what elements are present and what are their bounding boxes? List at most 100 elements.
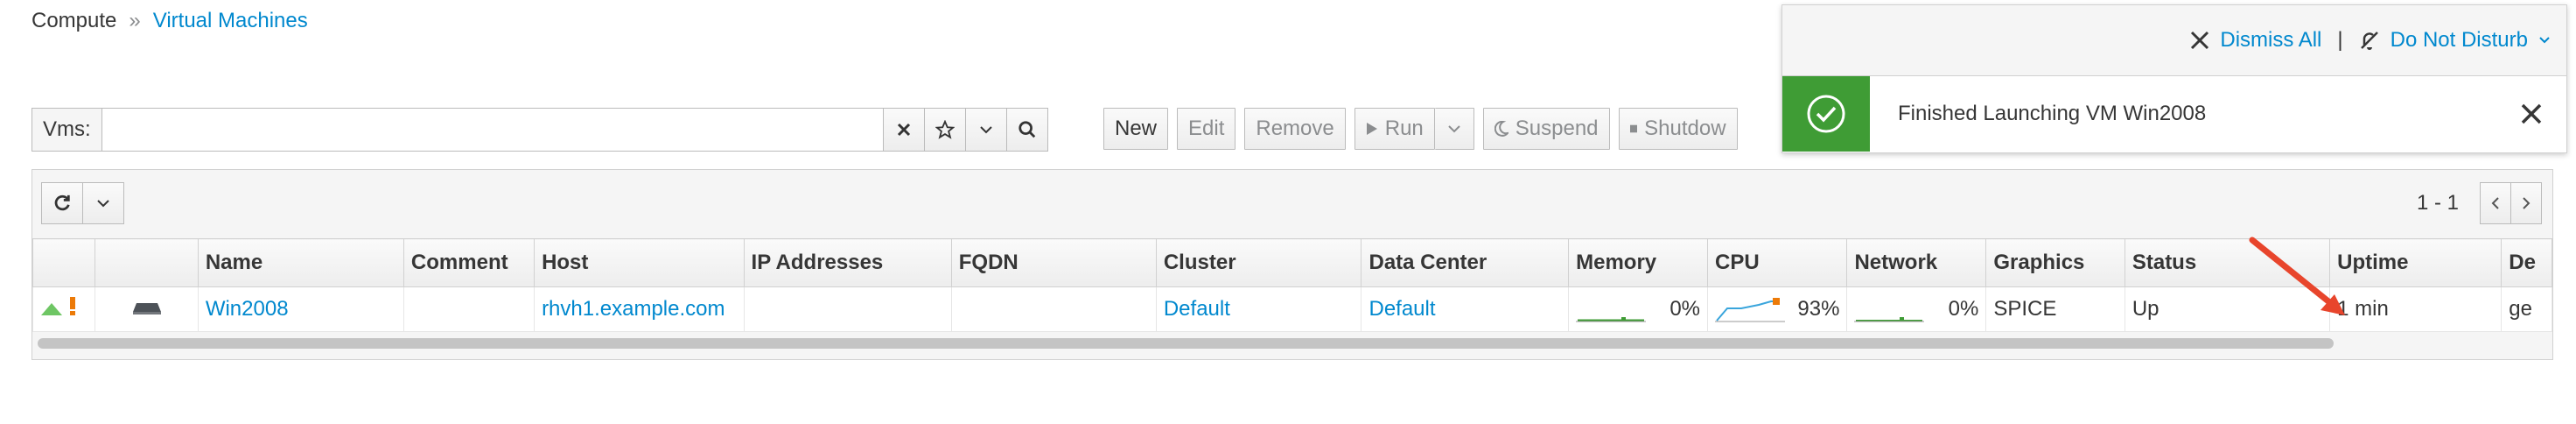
- col-graphics[interactable]: Graphics: [1985, 238, 2125, 287]
- col-memory[interactable]: Memory: [1568, 238, 1709, 287]
- vm-host-cell[interactable]: rhvh1.example.com: [534, 286, 745, 332]
- star-icon: [934, 120, 955, 139]
- search-input[interactable]: [101, 108, 884, 152]
- horizontal-scrollbar[interactable]: [38, 338, 2334, 349]
- refresh-icon: [54, 194, 70, 211]
- col-data-center[interactable]: Data Center: [1361, 238, 1570, 287]
- breadcrumb-root[interactable]: Compute: [32, 9, 116, 33]
- vm-toolbar: New Edit Remove Run Suspend Shutdow: [1103, 108, 1738, 150]
- alert-icon: [69, 296, 75, 315]
- col-uptime[interactable]: Uptime: [2329, 238, 2502, 287]
- col-ip-addresses[interactable]: IP Addresses: [743, 238, 952, 287]
- table-row[interactable]: Win2008 rhvh1.example.com Default Defaul…: [32, 286, 2552, 332]
- dismiss-all-label: Dismiss All: [2220, 28, 2322, 52]
- prev-page-button[interactable]: [2480, 182, 2511, 224]
- vm-table: Name Comment Host IP Addresses FQDN Clus…: [32, 238, 2552, 332]
- refresh-options-button[interactable]: [83, 182, 124, 224]
- table-header-row: Name Comment Host IP Addresses FQDN Clus…: [32, 238, 2552, 287]
- breadcrumb-separator: »: [129, 9, 141, 32]
- col-cluster[interactable]: Cluster: [1155, 238, 1362, 287]
- vm-comment-cell: [402, 286, 536, 332]
- run-button[interactable]: Run: [1354, 108, 1435, 150]
- do-not-disturb-button[interactable]: Do Not Disturb: [2359, 28, 2551, 53]
- search-label: Vms:: [32, 108, 102, 152]
- moon-icon: [1494, 121, 1508, 137]
- vm-cpu-cell: 93%: [1707, 286, 1848, 332]
- memory-value: 0%: [1670, 297, 1701, 321]
- breadcrumb: Compute » Virtual Machines: [32, 9, 308, 33]
- search-button[interactable]: [1006, 108, 1048, 152]
- col-network[interactable]: Network: [1846, 238, 1987, 287]
- close-icon: [897, 123, 910, 137]
- vm-state-cell: [32, 286, 96, 332]
- run-dropdown-button[interactable]: [1434, 108, 1474, 150]
- toast-message: Finished Launching VM Win2008: [1898, 102, 2207, 125]
- dismiss-all-button[interactable]: Dismiss All: [2190, 28, 2321, 53]
- pager: 1 - 1: [2417, 182, 2542, 224]
- vm-cluster-cell[interactable]: Default: [1155, 286, 1362, 332]
- network-value: 0%: [1948, 297, 1979, 321]
- up-arrow-icon: [41, 302, 62, 315]
- vm-uptime-cell: 1 min: [2329, 286, 2502, 332]
- breadcrumb-current[interactable]: Virtual Machines: [153, 9, 308, 33]
- toast-close-button[interactable]: [2496, 76, 2566, 152]
- col-fqdn[interactable]: FQDN: [950, 238, 1157, 287]
- col-description[interactable]: De: [2501, 238, 2552, 287]
- col-cpu[interactable]: CPU: [1707, 238, 1848, 287]
- success-toast: Finished Launching VM Win2008: [1782, 76, 2566, 152]
- vm-ip-cell: [743, 286, 952, 332]
- check-circle-icon: [1807, 95, 1845, 133]
- col-type-icon: [94, 238, 199, 287]
- play-icon: [1366, 123, 1377, 135]
- grid-refresh-group: [41, 182, 124, 224]
- remove-button[interactable]: Remove: [1244, 108, 1346, 150]
- search-options-button[interactable]: [965, 108, 1007, 152]
- col-comment[interactable]: Comment: [402, 238, 536, 287]
- bookmark-button[interactable]: [924, 108, 966, 152]
- toast-status: [1782, 76, 1870, 152]
- shutdown-button[interactable]: Shutdow: [1618, 108, 1738, 150]
- server-icon: [132, 303, 161, 314]
- next-page-button[interactable]: [2511, 182, 2542, 224]
- chevron-down-icon: [1448, 125, 1460, 133]
- suspend-label: Suspend: [1515, 117, 1599, 140]
- chevron-down-icon: [97, 200, 109, 208]
- chevron-down-icon: [979, 126, 992, 134]
- vm-graphics-cell: SPICE: [1985, 286, 2125, 332]
- vm-grid-panel: 1 - 1 Name Comment Host IP Addresses FQD…: [32, 169, 2553, 360]
- do-not-disturb-label: Do Not Disturb: [2390, 28, 2528, 52]
- vm-network-cell: 0%: [1846, 286, 1987, 332]
- col-status-icon: [32, 238, 96, 287]
- vm-datacenter-cell[interactable]: Default: [1361, 286, 1570, 332]
- col-name[interactable]: Name: [197, 238, 404, 287]
- run-label: Run: [1384, 117, 1424, 140]
- network-sparkline: [1854, 317, 1925, 322]
- refresh-button[interactable]: [41, 182, 83, 224]
- vm-fqdn-cell: [950, 286, 1157, 332]
- memory-sparkline: [1576, 317, 1647, 322]
- chevron-left-icon: [2491, 197, 2499, 209]
- search-icon: [1018, 121, 1035, 138]
- close-icon: [2191, 31, 2209, 50]
- cpu-sparkline: [1715, 298, 1786, 322]
- notification-header: Dismiss All | Do Not Disturb: [1782, 5, 2566, 76]
- vm-description-cell: ge: [2501, 286, 2552, 332]
- vm-name-cell[interactable]: Win2008: [197, 286, 404, 332]
- clear-search-button[interactable]: [883, 108, 925, 152]
- new-button[interactable]: New: [1103, 108, 1169, 150]
- vm-type-cell: [94, 286, 199, 332]
- stop-icon: [1629, 124, 1638, 133]
- suspend-button[interactable]: Suspend: [1482, 108, 1610, 150]
- close-icon: [2521, 103, 2542, 124]
- chevron-down-icon: [2539, 37, 2550, 44]
- run-button-group: Run: [1354, 108, 1474, 150]
- col-host[interactable]: Host: [534, 238, 745, 287]
- header-separator: |: [2337, 28, 2343, 52]
- edit-button[interactable]: Edit: [1177, 108, 1236, 150]
- bell-slash-icon: [2360, 32, 2378, 50]
- vm-memory-cell: 0%: [1568, 286, 1709, 332]
- search-bar: Vms:: [32, 108, 1048, 152]
- annotation-arrow: [2249, 237, 2345, 315]
- pager-range: 1 - 1: [2416, 191, 2459, 215]
- notification-drawer: Dismiss All | Do Not Disturb Finished La…: [1782, 4, 2567, 153]
